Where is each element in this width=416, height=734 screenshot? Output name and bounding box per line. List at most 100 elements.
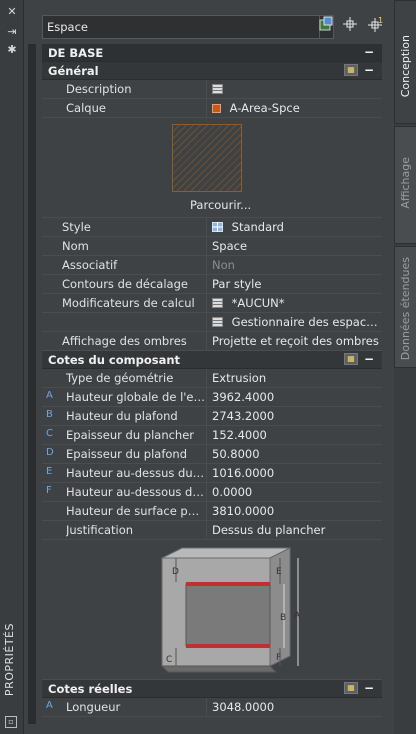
property-label: Hauteur globale de l'es... <box>66 390 206 404</box>
property-row[interactable]: C Epaisseur du plancher 152.4000 <box>42 426 382 445</box>
tab-label: Conception <box>399 35 412 98</box>
dimension-letter: F <box>46 485 52 496</box>
property-value[interactable]: 152.4000 <box>212 428 382 442</box>
property-value[interactable]: 2743.2000 <box>212 409 382 423</box>
quick-select-icon[interactable]: ▦ <box>344 682 358 694</box>
property-row[interactable]: A Hauteur globale de l'es... 3962.4000 <box>42 388 382 407</box>
section-general[interactable]: Général ▦ − <box>42 62 382 80</box>
dim-label-a: A <box>294 611 301 621</box>
settings-icon[interactable]: ✱ <box>4 42 20 58</box>
section-title: Général <box>48 64 99 78</box>
section-cotes-reelles[interactable]: Cotes réelles ▦ − <box>42 680 382 698</box>
section-cotes-composant[interactable]: Cotes du composant ▦ − <box>42 351 382 369</box>
property-value[interactable]: *AUCUN* <box>212 296 382 310</box>
property-label: Affichage des ombres <box>62 334 187 348</box>
property-value[interactable]: Extrusion <box>212 371 382 385</box>
modifier-value: *AUCUN* <box>231 296 285 310</box>
palette-menu-icon[interactable]: ▫ <box>5 716 17 728</box>
property-row-calque[interactable]: Calque A-Area-Spce <box>42 99 382 118</box>
tab-affichage[interactable]: Affichage <box>394 126 416 244</box>
layer-preview: Parcourir... <box>42 118 382 218</box>
property-value[interactable]: 3962.4000 <box>212 390 382 404</box>
collapse-icon[interactable]: − <box>364 63 374 77</box>
property-value[interactable]: Projette et reçoit des ombres <box>212 334 382 348</box>
palette-title-bar: ✕ ⇥ ✱ PROPRIÉTÉS ▫ <box>0 0 24 734</box>
property-row[interactable]: A Longueur 3048.0000 <box>42 698 382 717</box>
section-title: Cotes réelles <box>48 682 133 696</box>
dim-label-b: B <box>280 613 286 623</box>
dimension-letter: C <box>46 428 53 439</box>
property-value[interactable] <box>212 82 382 96</box>
property-row[interactable]: F Hauteur au-dessous du... 0.0000 <box>42 483 382 502</box>
dimension-letter: B <box>46 409 53 420</box>
property-label: Hauteur du plafond <box>66 409 178 423</box>
property-value[interactable]: 1016.0000 <box>212 466 382 480</box>
worksheet-icon[interactable] <box>212 298 223 308</box>
property-row-ombres[interactable]: Affichage des ombres Projette et reçoit … <box>42 332 382 351</box>
collapse-icon[interactable]: − <box>364 681 374 695</box>
worksheet-icon[interactable] <box>212 317 223 327</box>
property-row-description[interactable]: Description <box>42 80 382 99</box>
quick-select-icon[interactable] <box>316 16 336 36</box>
property-label: Epaisseur du plafond <box>66 447 187 461</box>
property-row[interactable]: Hauteur de surface par... 3810.0000 <box>42 502 382 521</box>
section-de-base[interactable]: DE BASE − <box>42 44 382 62</box>
collapse-icon[interactable]: − <box>364 352 374 366</box>
property-row[interactable]: Justification Dessus du plancher <box>42 521 382 540</box>
property-value[interactable]: 50.8000 <box>212 447 382 461</box>
property-row[interactable]: D Epaisseur du plafond 50.8000 <box>42 445 382 464</box>
property-value[interactable]: 0.0000 <box>212 485 382 499</box>
property-value[interactable]: 3048.0000 <box>212 700 382 714</box>
property-label: Calque <box>66 101 106 115</box>
tab-strip: Conception Affichage Données étendues <box>394 0 416 734</box>
browse-link[interactable]: Parcourir... <box>190 198 251 212</box>
property-label: Justification <box>66 523 134 537</box>
space-section-illustration: D E B A C F <box>160 547 301 673</box>
tab-donnees-etendues[interactable]: Données étendues <box>394 246 416 368</box>
property-label: Hauteur au-dessus du p... <box>66 466 206 480</box>
hatch-preview-image <box>172 124 242 192</box>
property-row-modificateurs[interactable]: Modificateurs de calcul *AUCUN* <box>42 294 382 313</box>
dimension-letter: A <box>46 390 53 401</box>
auto-hide-icon[interactable]: ⇥ <box>4 24 20 40</box>
style-icon <box>212 222 223 232</box>
property-value[interactable]: 3810.0000 <box>212 504 382 518</box>
property-row[interactable]: E Hauteur au-dessus du p... 1016.0000 <box>42 464 382 483</box>
property-value[interactable]: Standard <box>212 220 382 234</box>
property-row-style[interactable]: Style Standard <box>42 218 382 237</box>
quick-select-icon[interactable]: ▦ <box>344 353 358 365</box>
tab-label: Données étendues <box>399 257 412 361</box>
property-value[interactable]: Dessus du plancher <box>212 523 382 537</box>
dimension-letter: D <box>46 447 54 458</box>
property-label: Hauteur de surface par... <box>66 504 206 518</box>
property-row-associatif[interactable]: Associatif Non <box>42 256 382 275</box>
property-row-gestionnaire[interactable]: Gestionnaire des espaces... <box>42 313 382 332</box>
property-value[interactable]: A-Area-Spce <box>212 101 382 115</box>
select-objects-icon[interactable] <box>340 16 360 36</box>
tab-label: Affichage <box>399 157 412 209</box>
property-value: Non <box>212 258 235 272</box>
quick-select-icon[interactable]: ▦ <box>344 64 358 76</box>
properties-panel: DE BASE − Général ▦ − Description Calque… <box>42 44 382 734</box>
scrollbar-thumb[interactable] <box>28 44 36 724</box>
worksheet-icon[interactable] <box>212 84 223 94</box>
tab-conception[interactable]: Conception <box>394 0 416 124</box>
close-icon[interactable]: ✕ <box>4 4 20 20</box>
property-row-nom[interactable]: Nom Space <box>42 237 382 256</box>
property-label: Nom <box>62 239 89 253</box>
property-row[interactable]: Type de géométrie Extrusion <box>42 369 382 388</box>
property-label: Contours de décalage <box>62 277 188 291</box>
scrollbar[interactable] <box>28 44 36 734</box>
property-value[interactable]: Gestionnaire des espaces... <box>212 315 382 329</box>
property-value[interactable]: Space <box>212 239 382 253</box>
object-type-select[interactable]: Espace ▼ <box>42 15 334 39</box>
space-manager-link: Gestionnaire des espaces... <box>231 315 382 329</box>
property-value[interactable]: Par style <box>212 277 382 291</box>
property-label: Description <box>66 82 132 96</box>
pickadd-icon[interactable]: 1 <box>366 16 386 36</box>
collapse-icon[interactable]: − <box>364 45 374 59</box>
component-rows: Type de géométrie Extrusion A Hauteur globa… <box>42 369 382 540</box>
property-row[interactable]: B Hauteur du plafond 2743.2000 <box>42 407 382 426</box>
object-type-value: Espace <box>47 20 89 34</box>
property-row-contours[interactable]: Contours de décalage Par style <box>42 275 382 294</box>
